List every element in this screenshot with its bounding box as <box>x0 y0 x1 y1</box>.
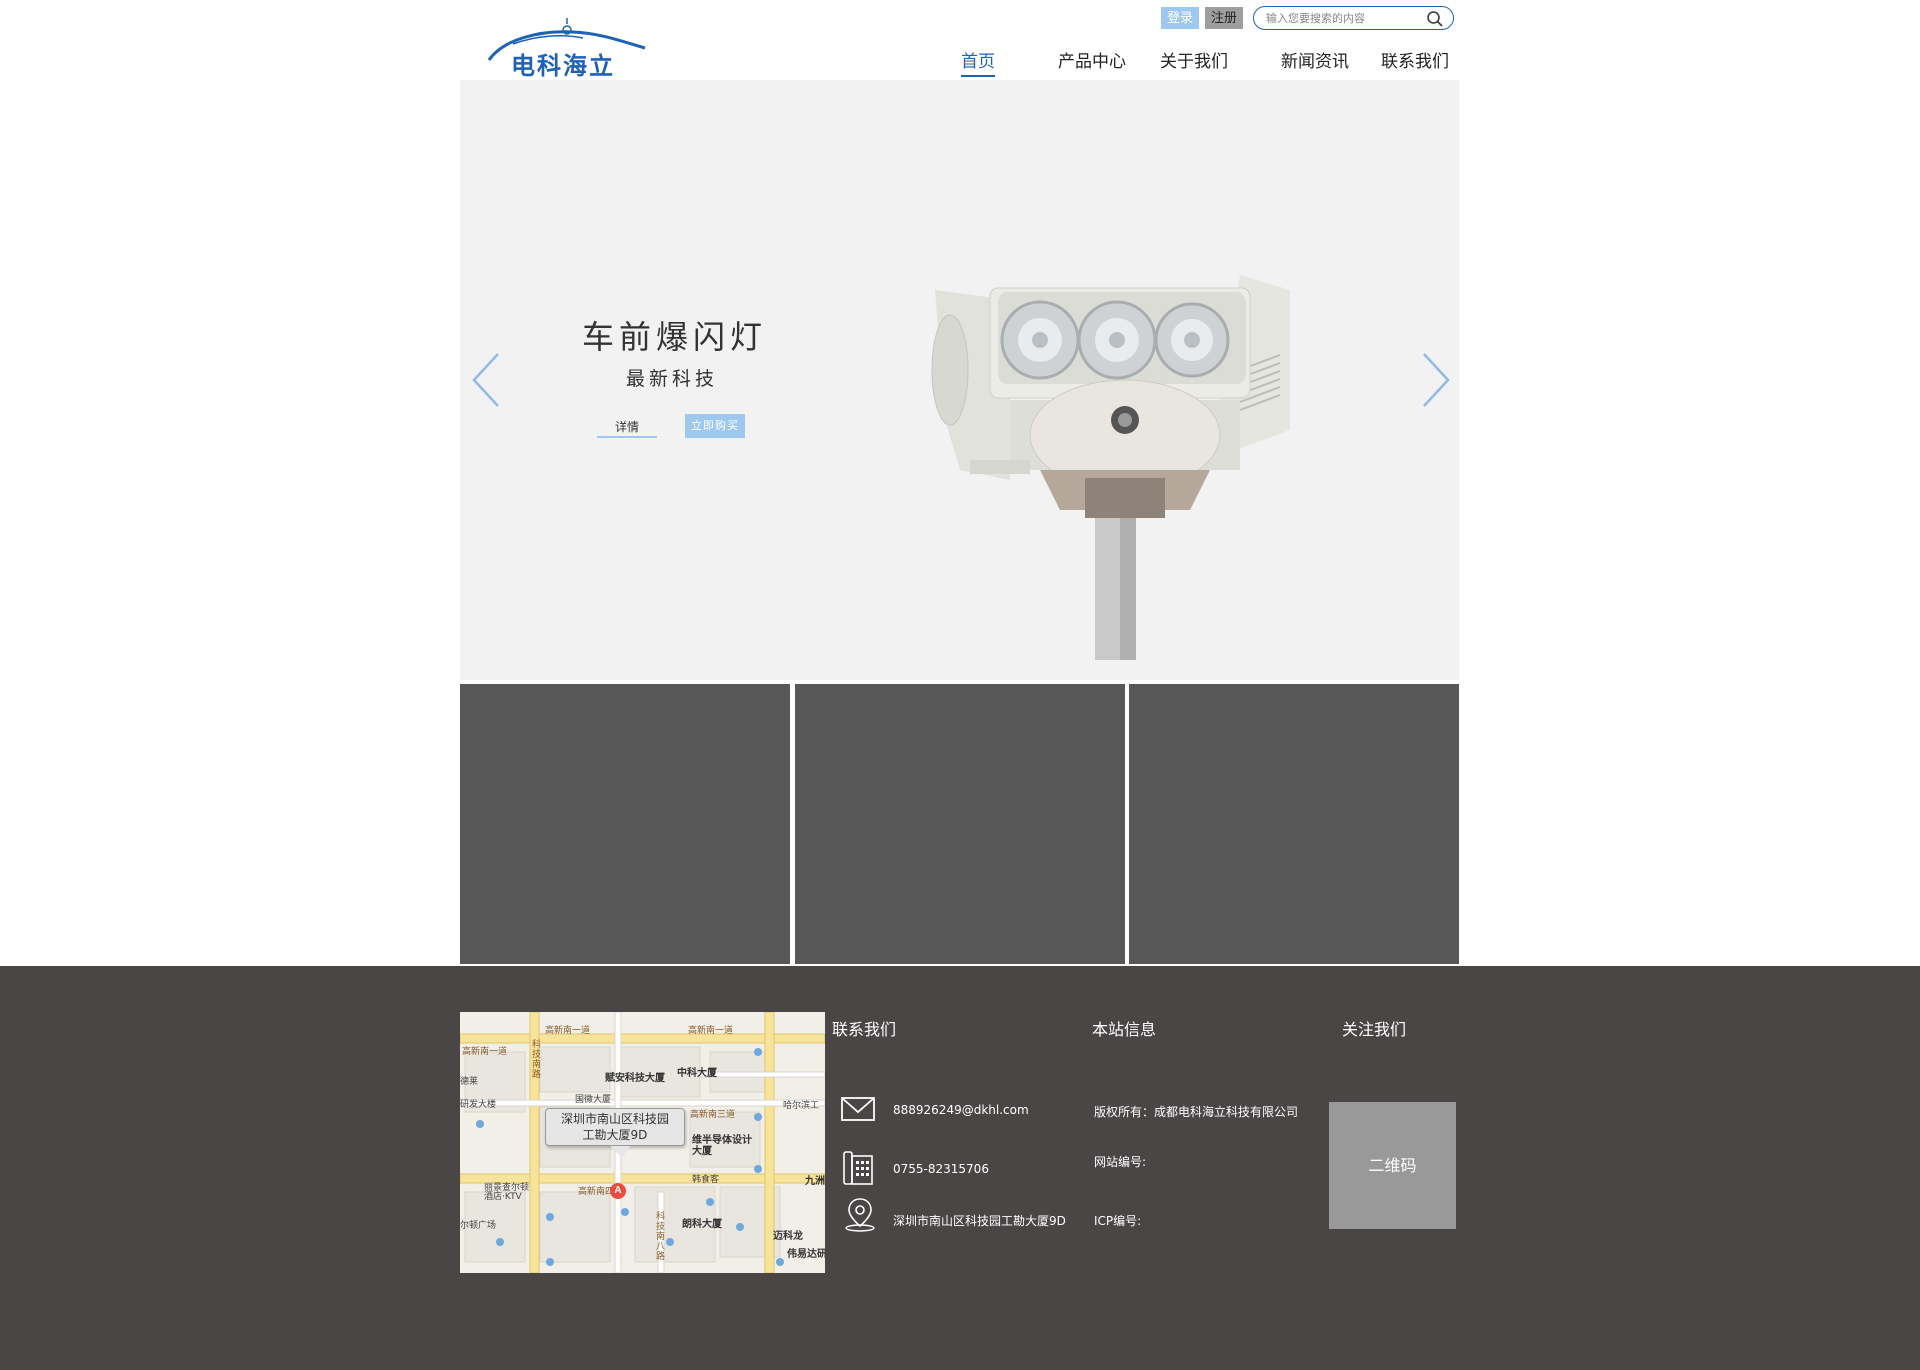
nav-item-label: 首页 <box>961 52 995 72</box>
banner-subtitle: 最新科技 <box>625 368 718 390</box>
map-label-line: 工勘大厦9D <box>582 1128 648 1142</box>
map-building-label: 赋安科技大厦 <box>605 1073 665 1084</box>
map-building-label: 迈科龙 <box>773 1231 803 1242</box>
chevron-left-icon[interactable] <box>470 350 502 410</box>
register-button[interactable]: 注册 <box>1205 7 1243 29</box>
map-building-label: 中科大厦 <box>677 1068 717 1079</box>
feature-tile-3[interactable] <box>1129 684 1459 964</box>
qr-code-placeholder: 二维码 <box>1329 1102 1456 1229</box>
map-building-label: 研发大楼 <box>460 1100 497 1110</box>
mail-icon <box>841 1097 875 1121</box>
search-box <box>1253 6 1454 30</box>
feature-tile-1[interactable] <box>460 684 790 964</box>
map-building-label: 国微大厦 <box>575 1095 612 1105</box>
feature-tile-2[interactable] <box>795 684 1125 964</box>
chevron-right-icon[interactable] <box>1420 350 1452 410</box>
hero-banner: 车前爆闪灯 最新科技 详情 立即购买 <box>460 80 1459 680</box>
icp-number-text: ICP编号: <box>1094 1214 1142 1228</box>
copyright-text: 版权所有：成都电科海立科技有限公司 <box>1094 1105 1299 1119</box>
map-road-label: 科技南路 <box>532 1040 542 1080</box>
nav-item-products[interactable]: 产品中心 <box>1058 47 1126 72</box>
map-pin-icon[interactable]: A <box>610 1183 626 1199</box>
nav-item-home[interactable]: 首页 <box>961 47 995 77</box>
detail-link[interactable]: 详情 <box>597 418 657 438</box>
map-building-label: 维半导体设计大厦 <box>692 1135 752 1157</box>
banner-title: 车前爆闪灯 <box>582 318 768 356</box>
site-number-text: 网站编号: <box>1094 1155 1147 1169</box>
map-address-tooltip: 深圳市南山区科技园 工勘大厦9D <box>545 1108 685 1146</box>
nav-item-news[interactable]: 新闻资讯 <box>1281 47 1349 72</box>
map-building-label: 哈尔滨工 <box>783 1101 820 1111</box>
strobe-light-product-image <box>931 275 1290 660</box>
map-road-label: 高新南一道 <box>688 1026 734 1036</box>
contact-phone[interactable]: 0755-82315706 <box>893 1162 989 1176</box>
map-road-label: 科技南八路 <box>656 1212 666 1262</box>
map-building-label: 德莱 <box>460 1077 479 1087</box>
site-info-heading: 本站信息 <box>1092 1020 1157 1039</box>
map-road-label: 高新南三道 <box>690 1110 736 1120</box>
contact-email[interactable]: 888926249@dkhl.com <box>893 1103 1029 1117</box>
logo-text: 电科海立 <box>511 52 615 80</box>
login-button[interactable]: 登录 <box>1161 7 1199 29</box>
site-header: 电科海立 登录 注册 首页 产品中心 关于我们 新闻资讯 联系我们 <box>460 0 1459 80</box>
nav-item-about[interactable]: 关于我们 <box>1160 47 1228 72</box>
phone-icon <box>843 1151 873 1185</box>
map-road-label: 高新南一道 <box>545 1026 591 1036</box>
map-building-label: 丽景查尔顿酒店·KTV <box>484 1183 530 1202</box>
nav-item-contact[interactable]: 联系我们 <box>1381 47 1449 72</box>
site-footer: 高新南一道 高新南一道 高新南三道 高新南四道 高新南一道 科技南路 科技南八路… <box>0 966 1920 1370</box>
map-building-label: 九洲 <box>805 1176 825 1187</box>
map-building-label: 韩食客 <box>692 1175 720 1185</box>
map-building-label: 朗科大厦 <box>682 1219 722 1230</box>
location-map[interactable]: 高新南一道 高新南一道 高新南三道 高新南四道 高新南一道 科技南路 科技南八路… <box>460 1012 825 1273</box>
search-icon[interactable] <box>1426 10 1444 28</box>
buy-now-button[interactable]: 立即购买 <box>685 414 745 438</box>
contact-heading: 联系我们 <box>832 1020 897 1039</box>
map-road-label: 高新南一道 <box>462 1047 508 1057</box>
logo[interactable]: 电科海立 <box>483 10 653 80</box>
contact-address: 深圳市南山区科技园工勘大厦9D <box>893 1214 1066 1228</box>
search-input[interactable] <box>1266 9 1416 27</box>
map-tooltip-tail <box>610 1146 630 1158</box>
map-building-label: 尔顿广场 <box>460 1221 497 1231</box>
map-building-label: 伟易达研 <box>787 1249 825 1260</box>
map-label-line: 深圳市南山区科技园 <box>560 1112 669 1126</box>
location-pin-icon <box>845 1198 875 1232</box>
follow-heading: 关注我们 <box>1342 1020 1407 1039</box>
nav-active-underline <box>961 75 995 77</box>
